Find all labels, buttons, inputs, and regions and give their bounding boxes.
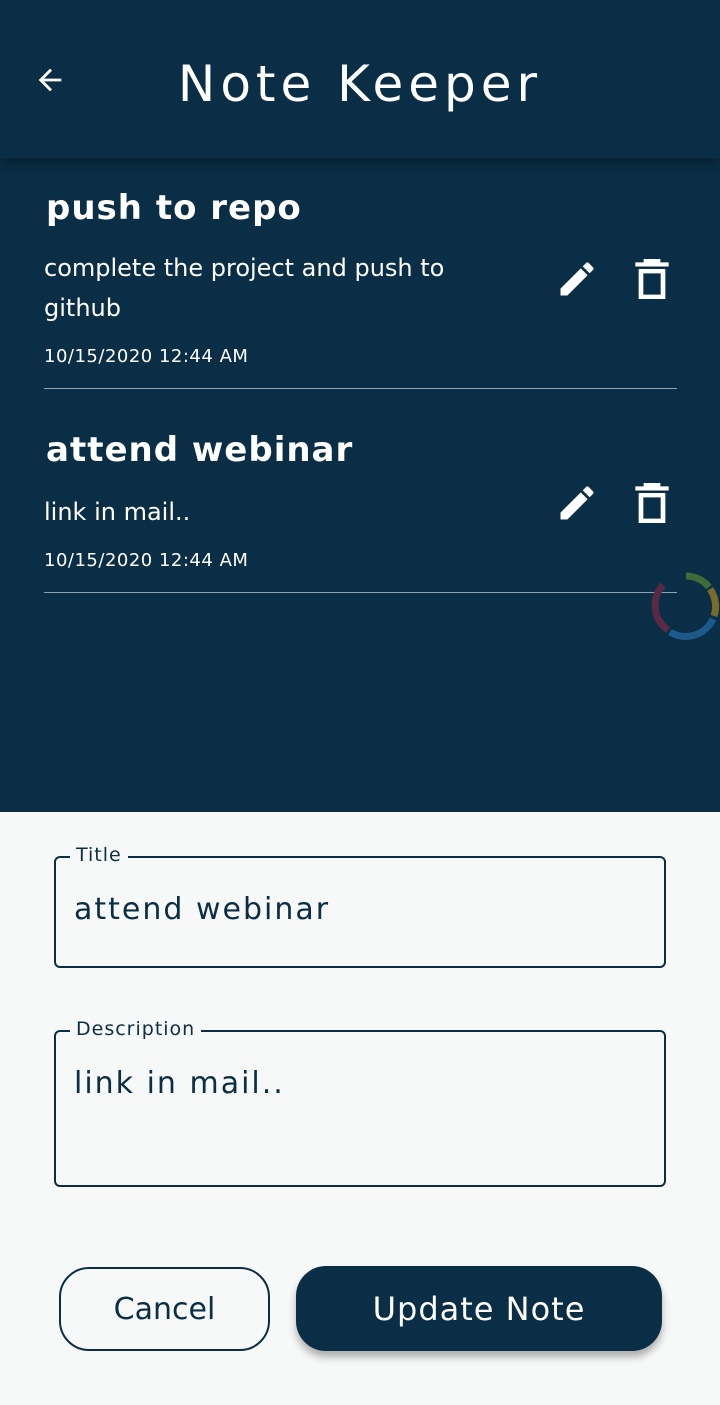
title-field[interactable]: Title attend webinar	[54, 842, 666, 968]
description-field[interactable]: Description link in mail..	[54, 1016, 666, 1187]
app-title: Note Keeper	[177, 55, 543, 113]
note-timestamp: 10/15/2020 12:44 AM	[44, 550, 249, 571]
note-timestamp: 10/15/2020 12:44 AM	[44, 346, 249, 367]
loading-spinner-icon	[651, 572, 720, 640]
cancel-button[interactable]: Cancel	[59, 1267, 270, 1351]
trash-icon	[635, 259, 669, 299]
note-title: attend webinar	[46, 430, 354, 470]
title-field-label: Title	[70, 842, 128, 868]
edit-note-button[interactable]	[553, 255, 601, 303]
note-item[interactable]: attend webinar link in mail.. 10/15/2020…	[44, 388, 677, 593]
trash-icon	[635, 483, 669, 523]
notes-list: push to repo complete the project and pu…	[0, 158, 720, 812]
description-input[interactable]: link in mail..	[74, 1066, 285, 1101]
note-description: link in mail..	[44, 498, 191, 526]
delete-note-button[interactable]	[628, 255, 676, 303]
note-description: complete the project and push to github	[44, 254, 445, 322]
title-input[interactable]: attend webinar	[74, 892, 330, 927]
delete-note-button[interactable]	[628, 479, 676, 527]
app-bar: Note Keeper	[0, 0, 720, 158]
pencil-icon	[560, 486, 594, 520]
update-note-button[interactable]: Update Note	[296, 1266, 662, 1351]
edit-note-button[interactable]	[553, 479, 601, 527]
pencil-icon	[560, 262, 594, 296]
note-item[interactable]: push to repo complete the project and pu…	[44, 158, 677, 389]
note-title: push to repo	[46, 188, 302, 228]
description-field-label: Description	[70, 1016, 202, 1042]
